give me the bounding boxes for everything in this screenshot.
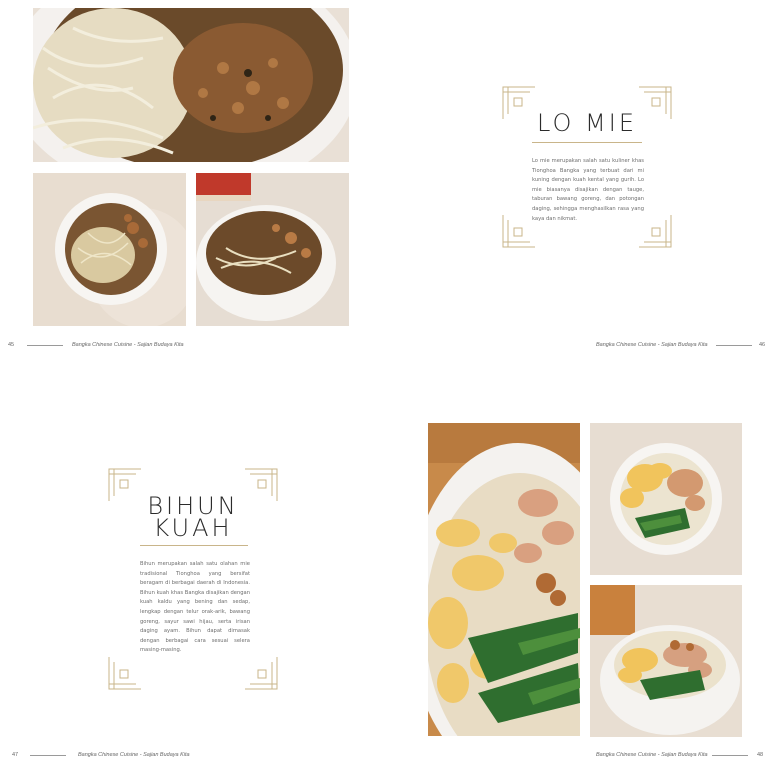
lo-mie-title-rule xyxy=(532,142,642,143)
lo-mie-photo-large xyxy=(33,8,349,162)
page-number-right-top: 46 xyxy=(759,342,766,348)
ornament-corner-bottom-left-icon xyxy=(108,656,142,690)
bihun-kuah-title-line2: KUAH xyxy=(153,514,233,542)
bihun-kuah-description: Bihun merupakan salah satu olahan mie tr… xyxy=(140,561,250,654)
lo-mie-photo-bowl-side xyxy=(196,173,349,326)
footer-rule-right-top xyxy=(716,345,752,346)
lo-mie-title: LO MIE xyxy=(537,109,637,137)
page-number-left-top: 45 xyxy=(8,342,15,348)
bihun-kuah-photo-large xyxy=(428,423,580,736)
bihun-kuah-photo-bowl-top xyxy=(590,423,742,575)
ornament-corner-bottom-left-icon xyxy=(502,214,536,248)
footer-caption-left-bottom: Bangka Chinese Cuisine - Sajian Budaya K… xyxy=(78,752,190,758)
lo-mie-photo-bowl-top xyxy=(33,173,186,326)
footer-rule-left-bottom xyxy=(30,755,66,756)
page-number-right-bottom: 48 xyxy=(757,752,764,758)
footer-caption-right-top: Bangka Chinese Cuisine - Sajian Budaya K… xyxy=(596,342,708,348)
lo-mie-description: Lo mie merupakan salah satu kuliner khas… xyxy=(532,158,644,222)
footer-rule-left-top xyxy=(27,345,63,346)
ornament-corner-bottom-right-icon xyxy=(244,656,278,690)
bihun-kuah-title-rule xyxy=(140,545,248,546)
footer-caption-left-top: Bangka Chinese Cuisine - Sajian Budaya K… xyxy=(72,342,184,348)
footer-rule-right-bottom xyxy=(712,755,748,756)
footer-caption-right-bottom: Bangka Chinese Cuisine - Sajian Budaya K… xyxy=(596,752,708,758)
page-number-left-bottom: 47 xyxy=(12,752,19,758)
bihun-kuah-photo-bowl-side xyxy=(590,585,742,737)
